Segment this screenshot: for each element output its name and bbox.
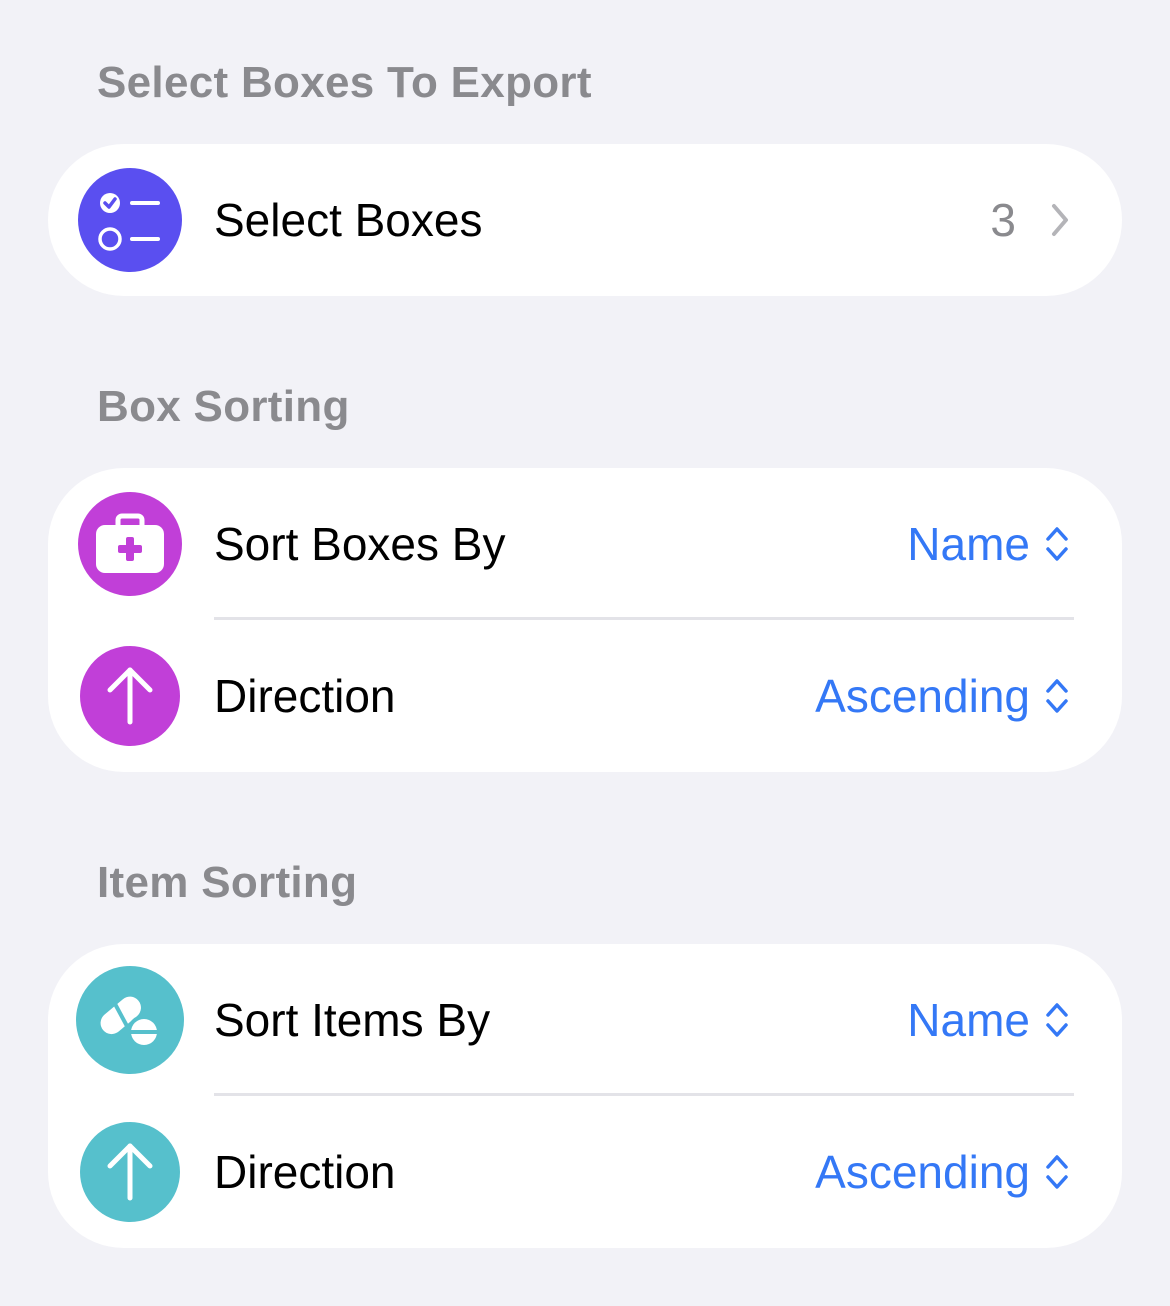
box-direction-picker[interactable]: Ascending xyxy=(815,669,1070,723)
section-header-item-sorting: Item Sorting xyxy=(97,858,358,907)
item-direction-value: Ascending xyxy=(815,1146,1030,1198)
sort-items-by-label: Sort Items By xyxy=(214,994,491,1046)
box-direction-value: Ascending xyxy=(815,670,1030,722)
section-header-box-sorting: Box Sorting xyxy=(97,382,350,431)
sort-items-by-row[interactable]: Sort Items By Name xyxy=(48,944,1122,1096)
item-direction-row[interactable]: Direction Ascending xyxy=(48,1096,1122,1248)
sort-boxes-by-value: Name xyxy=(907,518,1030,570)
select-boxes-count: 3 xyxy=(990,194,1016,246)
pills-icon xyxy=(76,966,184,1074)
checklist-icon xyxy=(78,168,182,272)
sort-items-by-value: Name xyxy=(907,994,1030,1046)
item-direction-label: Direction xyxy=(214,1146,396,1198)
sort-items-by-picker[interactable]: Name xyxy=(907,993,1070,1047)
export-card: Select Boxes 3 xyxy=(48,144,1122,296)
chevron-up-down-icon xyxy=(1046,1155,1068,1189)
chevron-up-down-icon xyxy=(1046,527,1068,561)
chevron-up-down-icon xyxy=(1046,1003,1068,1037)
sort-boxes-by-row[interactable]: Sort Boxes By Name xyxy=(48,468,1122,620)
item-sorting-card: Sort Items By Name Direction Ascending xyxy=(48,944,1122,1248)
sort-boxes-by-label: Sort Boxes By xyxy=(214,518,506,570)
box-direction-label: Direction xyxy=(214,670,396,722)
arrow-up-icon xyxy=(80,1122,180,1222)
box-direction-row[interactable]: Direction Ascending xyxy=(48,620,1122,772)
sort-boxes-by-picker[interactable]: Name xyxy=(907,517,1070,571)
item-direction-picker[interactable]: Ascending xyxy=(815,1145,1070,1199)
box-sorting-card: Sort Boxes By Name Direction Ascending xyxy=(48,468,1122,772)
select-boxes-row[interactable]: Select Boxes 3 xyxy=(48,144,1122,296)
medical-kit-icon xyxy=(78,492,182,596)
select-boxes-value: 3 xyxy=(990,193,1070,247)
chevron-up-down-icon xyxy=(1046,679,1068,713)
chevron-right-icon xyxy=(1052,204,1068,236)
select-boxes-label: Select Boxes xyxy=(214,194,483,246)
section-header-export: Select Boxes To Export xyxy=(97,58,592,107)
arrow-up-icon xyxy=(80,646,180,746)
